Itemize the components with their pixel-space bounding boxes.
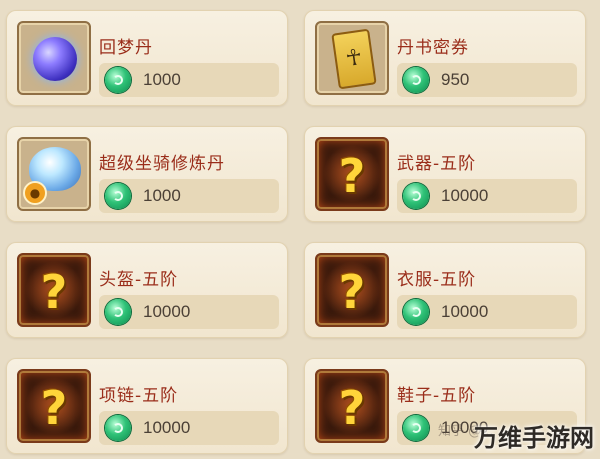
shop-item-card[interactable]: ? 武器-五阶 10000: [304, 126, 586, 222]
jade-currency-icon: [105, 183, 131, 209]
jade-currency-icon: [403, 183, 429, 209]
item-name: 回梦丹: [99, 38, 153, 58]
price-bar: 10000: [397, 295, 577, 329]
item-name: 丹书密券: [397, 38, 469, 58]
item-price: 10000: [143, 302, 191, 321]
item-name: 头盔-五阶: [99, 270, 179, 290]
item-name: 衣服-五阶: [397, 270, 477, 290]
price-bar: 10000: [99, 295, 279, 329]
item-name: 项链-五阶: [99, 386, 179, 406]
item-name: 武器-五阶: [397, 154, 477, 174]
mystery-question-icon: ?: [40, 265, 68, 319]
shop-item-card[interactable]: ? 头盔-五阶 10000: [6, 242, 288, 338]
item-price: 10000: [441, 186, 489, 205]
mystery-question-icon: ?: [338, 149, 366, 203]
shop-item-card[interactable]: ● 超级坐骑修炼丹 1000: [6, 126, 288, 222]
item-thumbnail: ?: [315, 137, 389, 211]
item-price: 1000: [143, 186, 181, 205]
item-thumbnail: ?: [17, 253, 91, 327]
jade-currency-icon: [105, 415, 131, 441]
item-thumbnail: ?: [315, 253, 389, 327]
purple-orb-icon: [33, 37, 77, 81]
mystery-question-icon: ?: [338, 265, 366, 319]
price-bar: 1000: [99, 179, 279, 213]
item-price: 10000: [143, 418, 191, 437]
item-price: 10000: [441, 302, 489, 321]
mystery-question-icon: ?: [40, 381, 68, 435]
shop-item-card[interactable]: 回梦丹 1000: [6, 10, 288, 106]
jade-currency-icon: [105, 299, 131, 325]
price-bar: 950: [397, 63, 577, 97]
shop-item-grid: 回梦丹 1000 ☥ 丹书密券 950 ● 超级坐骑修炼丹 1000 ? 武器-…: [0, 0, 600, 459]
jade-currency-icon: [403, 299, 429, 325]
price-bar: 1000: [99, 63, 279, 97]
item-name: 超级坐骑修炼丹: [99, 154, 225, 174]
price-bar: 10000: [99, 411, 279, 445]
item-price: 1000: [143, 70, 181, 89]
mystery-question-icon: ?: [338, 381, 366, 435]
shop-item-card[interactable]: ? 项链-五阶 10000: [6, 358, 288, 454]
item-thumbnail: [17, 21, 91, 95]
scroll-icon: ☥: [331, 28, 377, 90]
jade-currency-icon: [403, 67, 429, 93]
site-watermark: 万维手游网: [474, 424, 594, 452]
shop-item-card[interactable]: ? 衣服-五阶 10000: [304, 242, 586, 338]
item-thumbnail: ?: [315, 369, 389, 443]
item-thumbnail: ●: [17, 137, 91, 211]
paw-badge-icon: ●: [23, 181, 47, 205]
jade-currency-icon: [403, 415, 429, 441]
shop-item-card[interactable]: ☥ 丹书密券 950: [304, 10, 586, 106]
price-bar: 10000: [397, 179, 577, 213]
item-name: 鞋子-五阶: [397, 386, 477, 406]
item-thumbnail: ?: [17, 369, 91, 443]
jade-currency-icon: [105, 67, 131, 93]
item-thumbnail: ☥: [315, 21, 389, 95]
item-price: 950: [441, 70, 470, 89]
